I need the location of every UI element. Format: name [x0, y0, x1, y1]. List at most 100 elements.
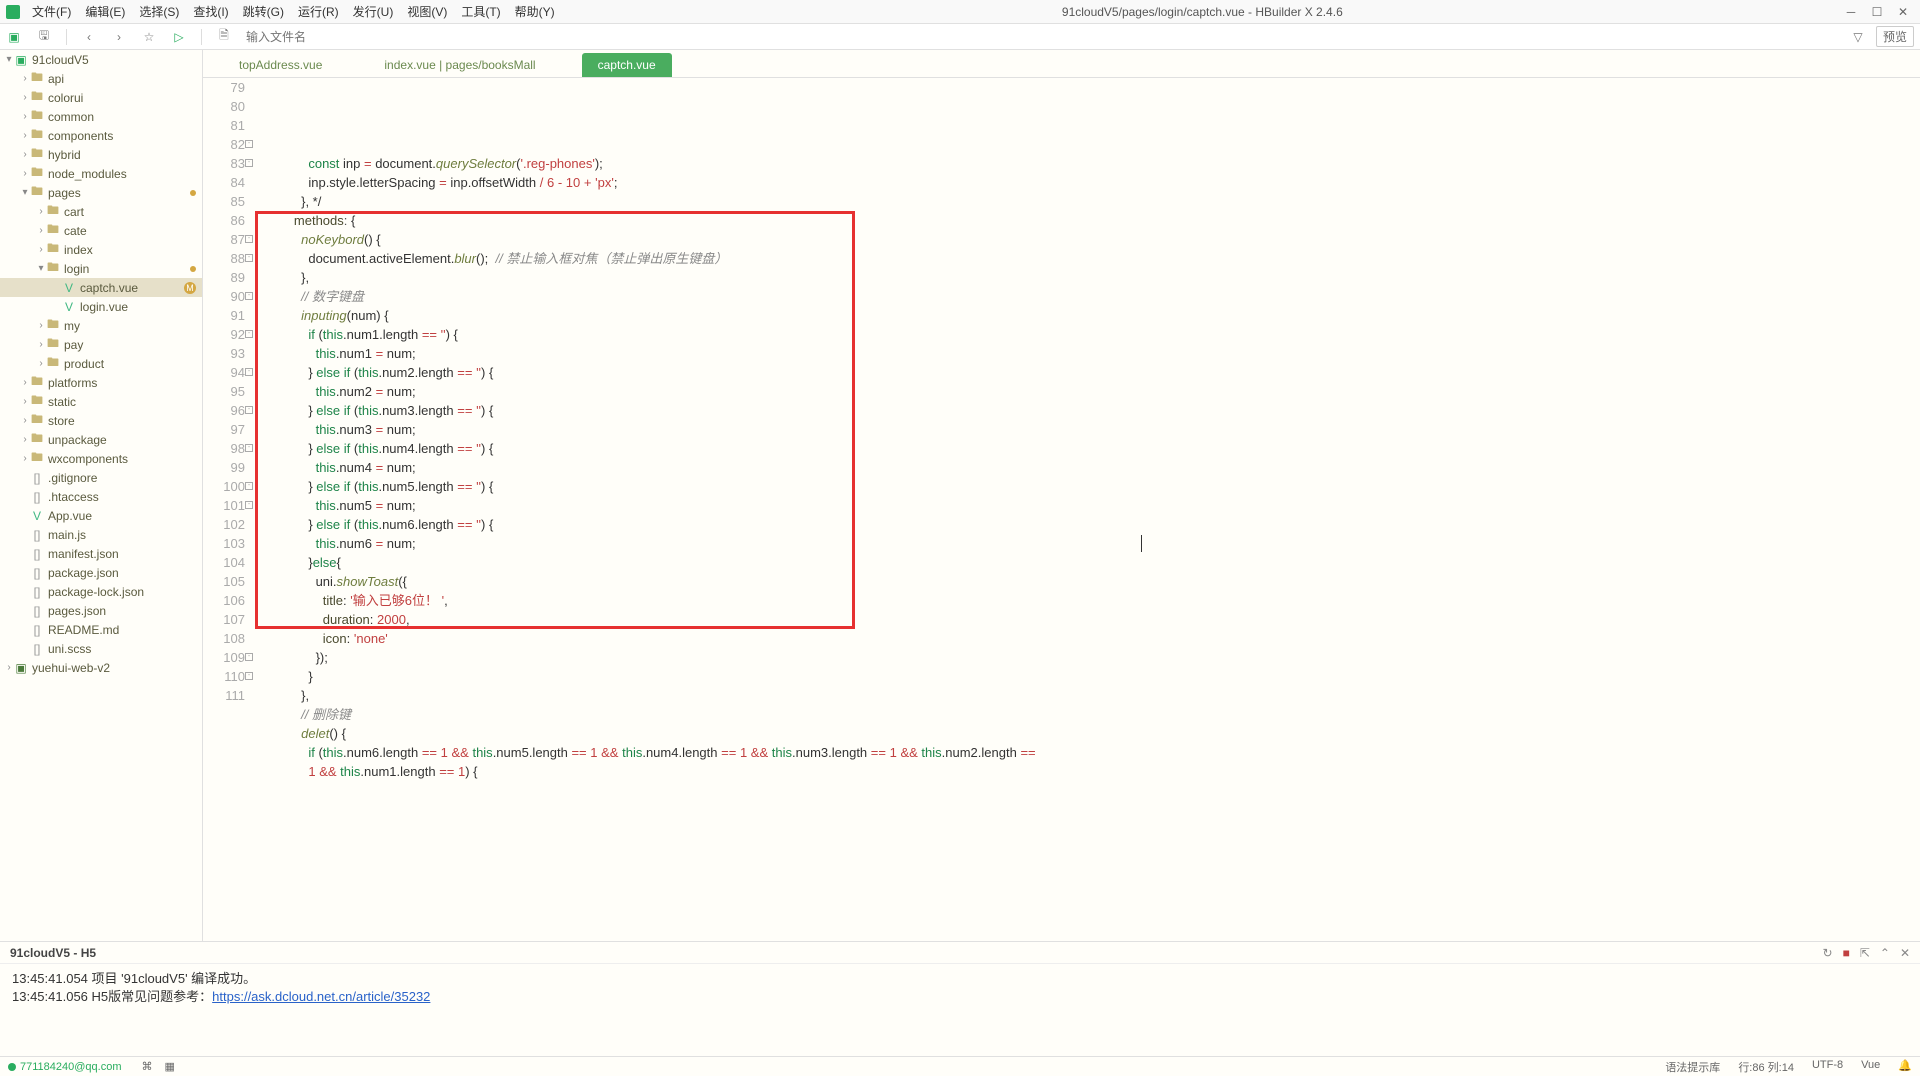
status-grid-icon[interactable]: ▦: [164, 1060, 174, 1073]
tree-folder-cate[interactable]: ›🖿cate: [0, 221, 202, 240]
status-language[interactable]: Vue: [1861, 1059, 1880, 1075]
tree-folder-pages[interactable]: ▾🖿pages: [0, 183, 202, 202]
tree-file-readme[interactable]: []README.md: [0, 620, 202, 639]
tree-file-manifest[interactable]: []manifest.json: [0, 544, 202, 563]
tree-file-appvue[interactable]: VApp.vue: [0, 506, 202, 525]
tree-folder-store[interactable]: ›🖿store: [0, 411, 202, 430]
tree-file-pagesjson[interactable]: []pages.json: [0, 601, 202, 620]
tab-captch[interactable]: captch.vue: [582, 53, 672, 77]
folder-icon: 🖿: [30, 433, 44, 447]
filter-icon[interactable]: ▽: [1850, 29, 1866, 45]
statusbar: 771184240@qq.com ⌘ ▦ 语法提示库 行:86 列:14 UTF…: [0, 1056, 1920, 1076]
star-icon[interactable]: ☆: [141, 29, 157, 45]
menu-select[interactable]: 选择(S): [133, 1, 185, 22]
forward-icon[interactable]: ›: [111, 29, 127, 45]
preview-button[interactable]: 预览: [1876, 26, 1914, 47]
folder-icon: 🖿: [46, 243, 60, 257]
status-position[interactable]: 行:86 列:14: [1738, 1059, 1794, 1075]
menu-run[interactable]: 运行(R): [292, 1, 345, 22]
folder-icon: 🖿: [46, 319, 60, 333]
folder-icon: 🖿: [30, 186, 44, 200]
file-icon: []: [30, 623, 44, 637]
code-content[interactable]: const inp = document.querySelector('.reg…: [253, 78, 1920, 941]
tree-file-login[interactable]: Vlogin.vue: [0, 297, 202, 316]
tab-topaddress[interactable]: topAddress.vue: [223, 53, 338, 77]
tree-folder-wxcomponents[interactable]: ›🖿wxcomponents: [0, 449, 202, 468]
menu-edit[interactable]: 编辑(E): [79, 1, 131, 22]
status-user[interactable]: 771184240@qq.com: [20, 1061, 121, 1073]
tree-folder-components[interactable]: ›🖿components: [0, 126, 202, 145]
tree-folder-platforms[interactable]: ›🖿platforms: [0, 373, 202, 392]
run-icon[interactable]: ▷: [171, 29, 187, 45]
tree-folder-index[interactable]: ›🖿index: [0, 240, 202, 259]
folder-icon: 🖿: [30, 167, 44, 181]
status-encoding[interactable]: UTF-8: [1812, 1059, 1843, 1075]
vue-file-icon: V: [62, 300, 76, 314]
tree-folder-node-modules[interactable]: ›🖿node_modules: [0, 164, 202, 183]
maximize-button[interactable]: ☐: [1870, 5, 1884, 19]
new-project-icon[interactable]: ▣: [6, 29, 22, 45]
tree-file-packagejson[interactable]: []package.json: [0, 563, 202, 582]
console-output[interactable]: 13:45:41.054 项目 '91cloudV5' 编译成功。 13:45:…: [0, 964, 1920, 1012]
tree-file-packagelock[interactable]: []package-lock.json: [0, 582, 202, 601]
tree-project-yuehui[interactable]: ›▣yuehui-web-v2: [0, 658, 202, 677]
tree-file-htaccess[interactable]: [].htaccess: [0, 487, 202, 506]
tree-folder-cart[interactable]: ›🖿cart: [0, 202, 202, 221]
tree-folder-login[interactable]: ▾🖿login: [0, 259, 202, 278]
console-title: 91cloudV5 - H5: [10, 946, 96, 960]
folder-icon: 🖿: [30, 414, 44, 428]
status-syntax[interactable]: 语法提示库: [1665, 1059, 1720, 1075]
console-restart-icon[interactable]: ↻: [1823, 946, 1833, 960]
file-icon: []: [30, 566, 44, 580]
status-bell-icon[interactable]: 🔔: [1898, 1059, 1912, 1075]
folder-icon: 🖿: [30, 376, 44, 390]
back-icon[interactable]: ‹: [81, 29, 97, 45]
folder-icon: 🖿: [46, 224, 60, 238]
tree-file-mainjs[interactable]: []main.js: [0, 525, 202, 544]
folder-icon: 🖿: [30, 72, 44, 86]
console-collapse-icon[interactable]: ⌃: [1880, 946, 1890, 960]
tree-folder-common[interactable]: ›🖿common: [0, 107, 202, 126]
file-search-input[interactable]: [246, 30, 1836, 44]
console-link[interactable]: https://ask.dcloud.net.cn/article/35232: [212, 989, 430, 1004]
tree-folder-static[interactable]: ›🖿static: [0, 392, 202, 411]
vue-file-icon: V: [30, 509, 44, 523]
tree-root[interactable]: ▾▣91cloudV5: [0, 50, 202, 69]
tree-file-gitignore[interactable]: [].gitignore: [0, 468, 202, 487]
tree-file-uniscss[interactable]: []uni.scss: [0, 639, 202, 658]
folder-icon: 🖿: [46, 357, 60, 371]
tree-folder-colorui[interactable]: ›🖿colorui: [0, 88, 202, 107]
folder-icon: 🖿: [30, 395, 44, 409]
console-stop-icon[interactable]: ■: [1843, 946, 1850, 960]
code-editor[interactable]: 79808182-83-84858687-88-8990-9192-9394-9…: [203, 78, 1920, 941]
tree-folder-unpackage[interactable]: ›🖿unpackage: [0, 430, 202, 449]
tree-folder-hybrid[interactable]: ›🖿hybrid: [0, 145, 202, 164]
minimize-button[interactable]: ─: [1844, 5, 1858, 19]
tree-folder-product[interactable]: ›🖿product: [0, 354, 202, 373]
editor-tabs: topAddress.vue index.vue | pages/booksMa…: [203, 50, 1920, 78]
save-icon[interactable]: 🖫: [36, 29, 52, 45]
project-icon: ▣: [14, 661, 28, 675]
menu-find[interactable]: 查找(I): [187, 1, 234, 22]
console-open-icon[interactable]: ⇱: [1860, 946, 1870, 960]
menu-view[interactable]: 视图(V): [401, 1, 453, 22]
menu-tools[interactable]: 工具(T): [455, 1, 506, 22]
close-button[interactable]: ✕: [1896, 5, 1910, 19]
tree-folder-pay[interactable]: ›🖿pay: [0, 335, 202, 354]
console-close-icon[interactable]: ✕: [1900, 946, 1910, 960]
tree-folder-my[interactable]: ›🖿my: [0, 316, 202, 335]
folder-icon: 🖿: [46, 205, 60, 219]
tree-file-captch[interactable]: Vcaptch.vueM: [0, 278, 202, 297]
line-gutter: 79808182-83-84858687-88-8990-9192-9394-9…: [203, 78, 253, 941]
status-terminal-icon[interactable]: ⌘: [141, 1060, 152, 1073]
file-explorer[interactable]: ▾▣91cloudV5 ›🖿api ›🖿colorui ›🖿common ›🖿c…: [0, 50, 203, 941]
menu-help[interactable]: 帮助(Y): [509, 1, 561, 22]
tree-folder-api[interactable]: ›🖿api: [0, 69, 202, 88]
menu-goto[interactable]: 跳转(G): [237, 1, 290, 22]
menu-file[interactable]: 文件(F): [26, 1, 77, 22]
explorer-icon[interactable]: 🗎: [216, 29, 232, 45]
menu-publish[interactable]: 发行(U): [347, 1, 400, 22]
text-cursor: [1141, 535, 1142, 552]
tab-index-booksmall[interactable]: index.vue | pages/booksMall: [368, 53, 551, 77]
titlebar: 文件(F) 编辑(E) 选择(S) 查找(I) 跳转(G) 运行(R) 发行(U…: [0, 0, 1920, 24]
